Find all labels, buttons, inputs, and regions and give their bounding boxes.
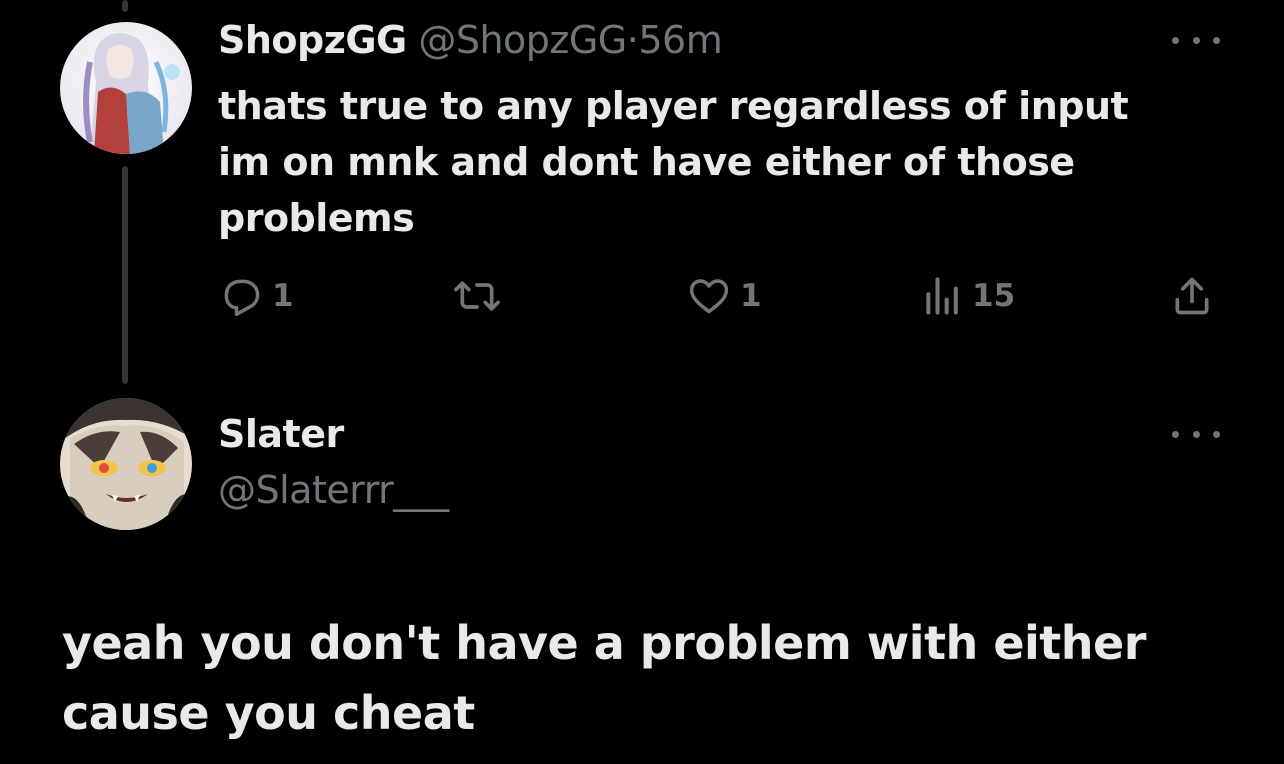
heart-icon — [689, 279, 729, 314]
more-options-button[interactable] — [1172, 424, 1220, 444]
reply-count: 1 — [272, 278, 294, 314]
share-icon — [1175, 277, 1209, 315]
author-name[interactable]: Slater — [218, 412, 344, 456]
tweet-header: ShopzGG @ShopzGG·56m — [218, 18, 723, 62]
more-dot-icon — [1172, 430, 1179, 438]
share-button[interactable] — [1170, 274, 1214, 318]
tweet-text-line: problems — [218, 196, 415, 240]
like-count: 1 — [740, 278, 762, 314]
more-dot-icon — [1192, 430, 1200, 438]
reply-button[interactable]: 1 — [220, 274, 294, 318]
tweet-text-line: thats true to any player regardless of i… — [218, 84, 1129, 128]
views-count: 15 — [972, 278, 1016, 314]
retweet-icon — [454, 281, 500, 311]
reply-icon — [224, 279, 260, 317]
avatar-image — [60, 398, 192, 530]
analytics-icon — [926, 277, 958, 315]
author-handle[interactable]: @ShopzGG — [418, 18, 627, 62]
like-button[interactable]: 1 — [686, 274, 762, 318]
avatar[interactable] — [60, 398, 192, 530]
more-dot-icon — [1172, 36, 1179, 44]
tweet-time[interactable]: 56m — [638, 18, 722, 62]
separator-dot: · — [626, 18, 639, 62]
tweet-text: thats true to any player regardless of i… — [218, 78, 1178, 246]
retweet-button[interactable] — [452, 274, 502, 318]
reply-text: yeah you don't have a problem with eithe… — [62, 608, 1222, 748]
more-dot-icon — [1192, 36, 1200, 44]
avatar-image — [60, 22, 192, 154]
more-dot-icon — [1213, 430, 1220, 438]
author-handle[interactable]: @Slaterrr___ — [218, 468, 449, 512]
thread-line — [122, 166, 128, 384]
author-name[interactable]: ShopzGG — [218, 18, 407, 62]
views-button[interactable]: 15 — [922, 274, 1015, 318]
thread-line-top — [122, 0, 128, 12]
reply-text-line: yeah you don't have a problem with eithe… — [62, 616, 1146, 670]
avatar[interactable] — [60, 22, 192, 154]
reply-text-line: cause you cheat — [62, 686, 475, 740]
tweet-text-line: im on mnk and dont have either of those — [218, 140, 1075, 184]
more-dot-icon — [1213, 36, 1220, 44]
more-options-button[interactable] — [1172, 30, 1220, 50]
